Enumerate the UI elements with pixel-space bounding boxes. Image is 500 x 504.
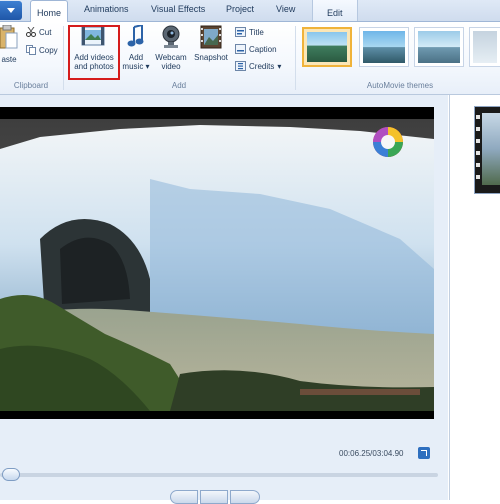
theme-thumbnail bbox=[363, 31, 405, 63]
webcam-video-button[interactable]: Webcam video bbox=[153, 25, 189, 71]
tab-edit[interactable]: Edit bbox=[312, 0, 358, 21]
credits-label: Credits bbox=[249, 61, 275, 71]
scissors-icon bbox=[26, 27, 36, 37]
snapshot-label: Snapshot bbox=[194, 53, 228, 62]
film-sprocket bbox=[476, 175, 480, 179]
tab-visual-effects[interactable]: Visual Effects bbox=[151, 4, 205, 14]
paste-icon bbox=[0, 24, 18, 49]
snapshot-icon bbox=[200, 25, 222, 49]
film-sprocket bbox=[476, 115, 480, 119]
automovie-themes-group-label: AutoMovie themes bbox=[366, 81, 434, 90]
title-label: Title bbox=[249, 27, 264, 37]
tab-view[interactable]: View bbox=[276, 4, 295, 14]
webcam-icon bbox=[162, 25, 180, 48]
copy-label: Copy bbox=[39, 45, 58, 55]
automovie-theme-3[interactable] bbox=[414, 27, 464, 67]
tab-animations[interactable]: Animations bbox=[84, 4, 129, 14]
seek-bar[interactable] bbox=[0, 473, 438, 477]
film-sprocket bbox=[476, 151, 480, 155]
caption-button[interactable]: Caption bbox=[235, 44, 277, 54]
chevron-down-icon: ▾ bbox=[277, 61, 282, 71]
snapshot-button[interactable]: Snapshot bbox=[192, 25, 230, 62]
theme-thumbnail bbox=[307, 32, 347, 62]
tab-project[interactable]: Project bbox=[226, 4, 254, 14]
video-preview[interactable] bbox=[0, 107, 434, 419]
storyboard-clip[interactable] bbox=[474, 106, 500, 194]
music-note-icon bbox=[127, 23, 144, 47]
clip-thumbnail bbox=[482, 113, 500, 185]
theme-thumbnail bbox=[418, 31, 460, 63]
credits-icon bbox=[235, 61, 246, 71]
film-sprocket bbox=[476, 139, 480, 143]
title-button[interactable]: Title bbox=[235, 27, 264, 37]
automovie-theme-1[interactable] bbox=[302, 27, 352, 67]
paste-button[interactable]: aste bbox=[0, 24, 18, 64]
copy-button[interactable]: Copy bbox=[26, 45, 58, 55]
file-menu-button[interactable] bbox=[0, 1, 22, 20]
add-music-button[interactable]: Add music ▾ bbox=[122, 23, 150, 71]
clipboard-group-label: Clipboard bbox=[13, 81, 49, 90]
theme-thumbnail bbox=[473, 31, 497, 63]
webcam-label-line1: Webcam bbox=[155, 53, 187, 62]
add-music-label-line2: music ▾ bbox=[122, 62, 150, 71]
caption-icon bbox=[235, 44, 246, 54]
webcam-label-line2: video bbox=[161, 62, 181, 71]
highlight-box bbox=[68, 25, 120, 80]
title-icon bbox=[235, 27, 246, 37]
cut-label: Cut bbox=[39, 27, 52, 37]
credits-button[interactable]: Credits ▾ bbox=[235, 61, 281, 71]
timecode-display: 00:06.25/03:04.90 bbox=[339, 449, 404, 458]
film-sprocket bbox=[476, 127, 480, 131]
cut-button[interactable]: Cut bbox=[26, 27, 51, 37]
previous-frame-button[interactable] bbox=[170, 490, 198, 504]
seek-slider-thumb[interactable] bbox=[2, 468, 20, 481]
play-button[interactable] bbox=[200, 490, 228, 504]
paste-label: aste bbox=[1, 55, 17, 64]
film-sprocket bbox=[476, 163, 480, 167]
add-music-label-line1: Add bbox=[128, 53, 144, 62]
tab-home[interactable]: Home bbox=[30, 0, 69, 22]
next-frame-button[interactable] bbox=[230, 490, 260, 504]
automovie-theme-4[interactable] bbox=[469, 27, 500, 67]
copy-icon bbox=[26, 45, 36, 55]
popout-preview-icon[interactable] bbox=[418, 447, 430, 459]
automovie-theme-2[interactable] bbox=[359, 27, 409, 67]
add-music-label-text: music bbox=[122, 62, 144, 71]
channel-logo-icon bbox=[373, 127, 403, 157]
group-divider bbox=[295, 26, 296, 90]
ribbon-tab-bar: Home Animations Visual Effects Project V… bbox=[0, 0, 500, 22]
caption-label: Caption bbox=[249, 44, 277, 54]
add-group-label: Add bbox=[171, 81, 187, 90]
chevron-down-icon bbox=[7, 8, 15, 13]
video-frame-glacier bbox=[0, 119, 434, 411]
